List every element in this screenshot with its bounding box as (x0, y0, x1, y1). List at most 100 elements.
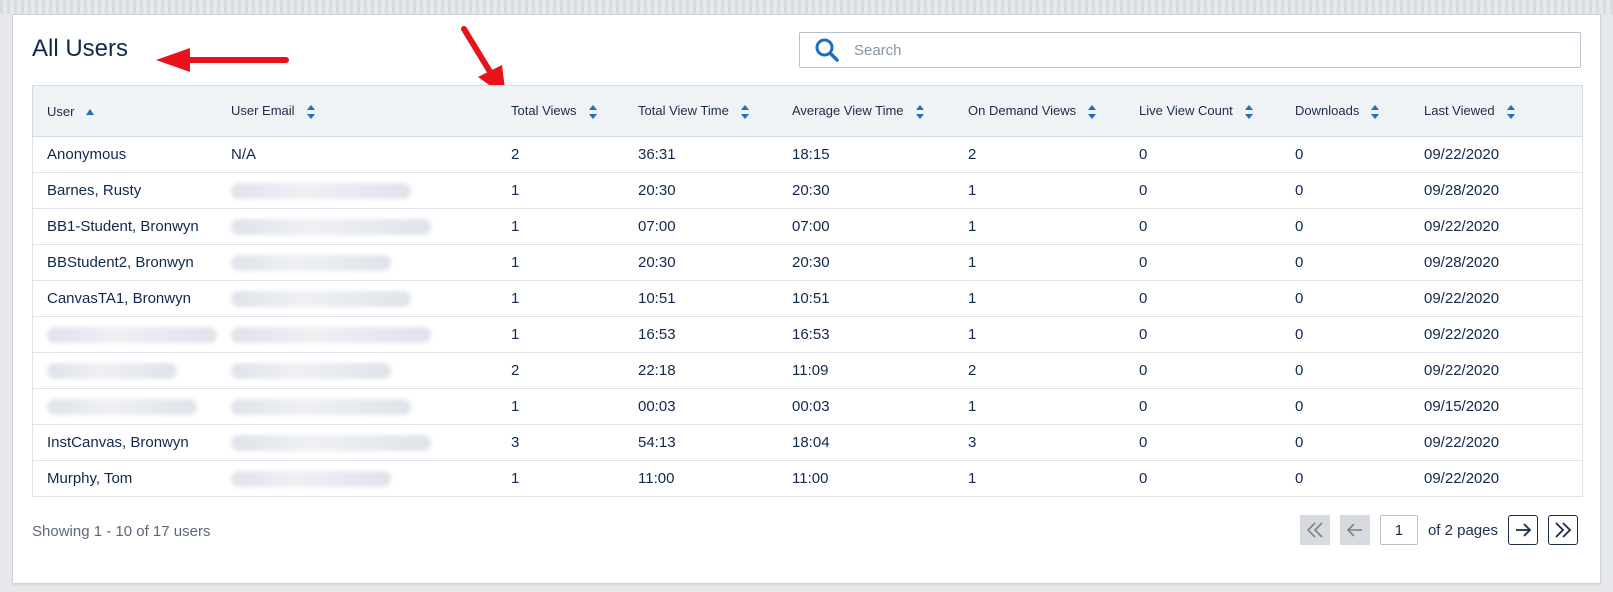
table-row[interactable]: 1 00:03 00:03 1 0 0 09/15/2020 (32, 388, 1583, 425)
cell-total-views: 1 (497, 172, 624, 209)
column-header-user[interactable]: User (32, 85, 217, 137)
cell-text: 0 (1295, 254, 1304, 271)
cell-text: 2 (968, 146, 977, 163)
cell-last-viewed: 09/28/2020 (1410, 172, 1583, 209)
table-row[interactable]: BB1-Student, Bronwyn 1 07:00 07:00 1 0 0 09/22/… (32, 208, 1583, 245)
users-table: User User Email Total Views Total View T… (32, 85, 1583, 497)
column-header-downloads[interactable]: Downloads (1281, 85, 1410, 137)
cell-total-views: 1 (497, 208, 624, 245)
cell-downloads: 0 (1281, 352, 1410, 389)
cell-downloads: 0 (1281, 388, 1410, 425)
cell-text: 1 (968, 470, 977, 487)
cell-last-viewed: 09/22/2020 (1410, 352, 1583, 389)
column-header-user-email[interactable]: User Email (217, 85, 497, 137)
cell-user: CanvasTA1, Bronwyn (32, 280, 217, 317)
column-label: Average View Time (792, 103, 904, 119)
redacted-value (231, 183, 411, 200)
column-label: On Demand Views (968, 103, 1077, 119)
column-header-on-demand-views[interactable]: On Demand Views (954, 85, 1125, 137)
table-row[interactable]: Anonymous N/A 2 36:31 18:15 2 0 0 09/22/2020 (32, 136, 1583, 173)
redacted-value (231, 291, 411, 308)
cell-total-view-time: 11:00 (624, 460, 778, 497)
cell-user-email (217, 388, 497, 425)
cell-text: 1 (968, 254, 977, 271)
cell-total-view-time: 36:31 (624, 136, 778, 173)
redacted-value (231, 399, 411, 416)
cell-text: 09/22/2020 (1424, 290, 1500, 307)
cell-text: 1 (511, 470, 520, 487)
cell-text: 2 (511, 146, 520, 163)
column-label: User Email (231, 103, 295, 119)
cell-downloads: 0 (1281, 280, 1410, 317)
first-page-button[interactable] (1299, 515, 1330, 545)
search-box[interactable] (799, 32, 1581, 68)
cell-total-view-time: 00:03 (624, 388, 778, 425)
cell-text: 0 (1139, 398, 1148, 415)
cell-last-viewed: 09/22/2020 (1410, 208, 1583, 245)
page-title: All Users (32, 35, 129, 62)
cell-text: BB1-Student, Bronwyn (47, 218, 199, 235)
cell-live-view-count: 0 (1125, 460, 1281, 497)
table-row[interactable]: InstCanvas, Bronwyn 3 54:13 18:04 3 0 0 09/22/2… (32, 424, 1583, 461)
cell-on-demand-views: 3 (954, 424, 1125, 461)
cell-live-view-count: 0 (1125, 280, 1281, 317)
previous-page-button[interactable] (1339, 515, 1370, 545)
cell-text: Barnes, Rusty (47, 182, 142, 199)
table-row[interactable]: 1 16:53 16:53 1 0 0 09/22/2020 (32, 316, 1583, 353)
next-page-button[interactable] (1508, 515, 1538, 545)
cell-text: 22:18 (638, 362, 676, 379)
cell-on-demand-views: 1 (954, 388, 1125, 425)
table-row[interactable]: Barnes, Rusty 1 20:30 20:30 1 0 0 09/28/2020 (32, 172, 1583, 209)
cell-total-view-time: 10:51 (624, 280, 778, 317)
arrow-left-icon (1346, 523, 1362, 537)
search-input[interactable] (852, 34, 1580, 66)
cell-user-email: N/A (217, 136, 497, 173)
cell-total-views: 1 (497, 388, 624, 425)
redacted-value (231, 327, 431, 344)
table-row[interactable]: BBStudent2, Bronwyn 1 20:30 20:30 1 0 0 09/28/2… (32, 244, 1583, 281)
column-header-live-view-count[interactable]: Live View Count (1125, 85, 1281, 137)
cell-text: 07:00 (792, 218, 830, 235)
cell-text: 20:30 (638, 182, 676, 199)
column-label: Total Views (511, 103, 577, 119)
cell-user: BB1-Student, Bronwyn (32, 208, 217, 245)
double-chevron-right-icon (1555, 522, 1572, 538)
cell-live-view-count: 0 (1125, 172, 1281, 209)
cell-text: 09/22/2020 (1424, 146, 1500, 163)
last-page-button[interactable] (1548, 515, 1578, 545)
users-panel: All Users User User Email Total Views To… (12, 14, 1601, 584)
column-header-average-view-time[interactable]: Average View Time (778, 85, 954, 137)
table-row[interactable]: 2 22:18 11:09 2 0 0 09/22/2020 (32, 352, 1583, 389)
redacted-value (231, 255, 391, 272)
cell-user-email (217, 172, 497, 209)
cell-total-view-time: 16:53 (624, 316, 778, 353)
cell-average-view-time: 11:09 (778, 352, 954, 389)
cell-text: 11:09 (792, 362, 829, 379)
cell-text: 11:00 (638, 470, 675, 487)
cell-text: 0 (1295, 326, 1304, 343)
table-row[interactable]: CanvasTA1, Bronwyn 1 10:51 10:51 1 0 0 09/22/20… (32, 280, 1583, 317)
annotation-arrow-left (156, 48, 289, 72)
search-icon (815, 38, 839, 62)
showing-count: Showing 1 - 10 of 17 users (32, 523, 211, 540)
cell-user: Murphy, Tom (32, 460, 217, 497)
cell-average-view-time: 00:03 (778, 388, 954, 425)
cell-text: 10:51 (638, 290, 676, 307)
cell-text: 2 (968, 362, 977, 379)
cell-text: 0 (1139, 182, 1148, 199)
cell-text: 1 (511, 182, 520, 199)
table-row[interactable]: Murphy, Tom 1 11:00 11:00 1 0 0 09/22/2020 (32, 460, 1583, 497)
column-label: Last Viewed (1424, 103, 1495, 119)
cell-average-view-time: 18:15 (778, 136, 954, 173)
arrow-right-icon (1516, 523, 1532, 537)
cell-text: 20:30 (792, 182, 830, 199)
cell-average-view-time: 20:30 (778, 172, 954, 209)
column-header-last-viewed[interactable]: Last Viewed (1410, 85, 1583, 137)
page-number-input[interactable] (1379, 515, 1418, 545)
redacted-value (231, 471, 391, 488)
cell-text: 0 (1139, 470, 1148, 487)
column-header-total-views[interactable]: Total Views (497, 85, 624, 137)
cell-text: 1 (511, 218, 520, 235)
column-header-total-view-time[interactable]: Total View Time (624, 85, 778, 137)
column-label: Total View Time (638, 103, 729, 119)
